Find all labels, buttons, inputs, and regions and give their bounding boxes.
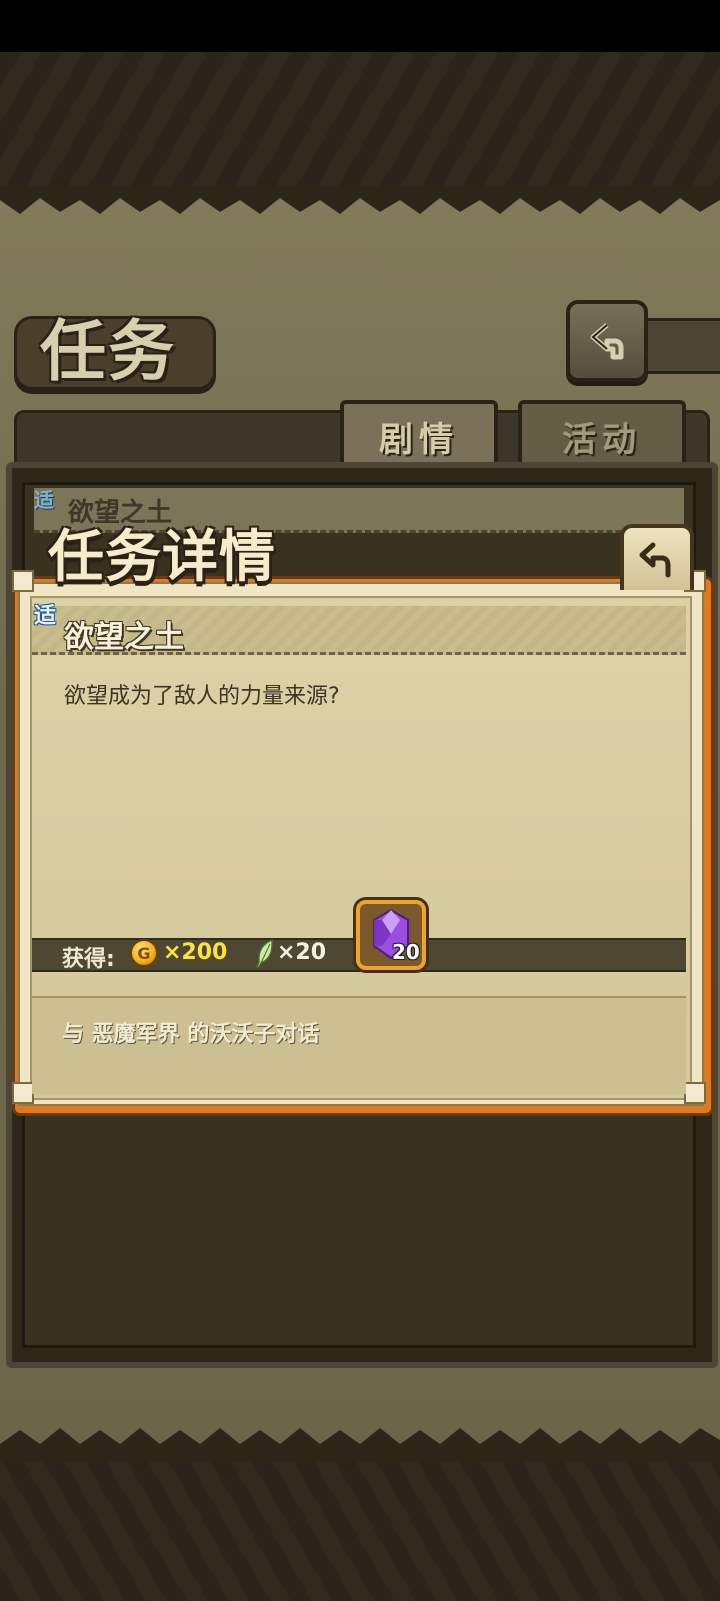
- torn-edge-top: [0, 186, 720, 214]
- level-badge: 适: [34, 488, 54, 512]
- dialog-close-button[interactable]: [620, 524, 694, 590]
- torn-edge-bottom: [0, 1428, 720, 1462]
- background-map-top: [0, 52, 720, 192]
- quest-description: 欲望成为了敌人的力量来源?: [64, 684, 340, 709]
- level-badge: 适: [34, 604, 57, 629]
- page-title: 任务: [40, 313, 176, 390]
- quest-objective: 与 恶魔军界 的沃沃子对话: [62, 1022, 320, 1047]
- return-arrow-icon: [639, 542, 671, 578]
- background-map-bottom: [0, 1460, 720, 1601]
- back-button-rail: [636, 318, 720, 374]
- quest-name: 欲望之土: [64, 620, 184, 655]
- reward-label: 获得:: [62, 947, 115, 972]
- back-arrow-icon: [590, 323, 624, 360]
- dialog-corner: [12, 570, 34, 592]
- back-button[interactable]: [566, 300, 648, 382]
- coin-icon: G: [130, 939, 158, 967]
- feather-icon: [255, 938, 273, 968]
- feather-amount: ×20: [277, 940, 327, 965]
- status-bar: [0, 0, 720, 52]
- gem-amount: 20: [392, 940, 420, 964]
- dialog-corner: [684, 1082, 706, 1104]
- dialog-title: 任务详情: [48, 525, 276, 590]
- dialog-corner: [12, 1082, 34, 1104]
- coin-amount: ×200: [163, 940, 228, 965]
